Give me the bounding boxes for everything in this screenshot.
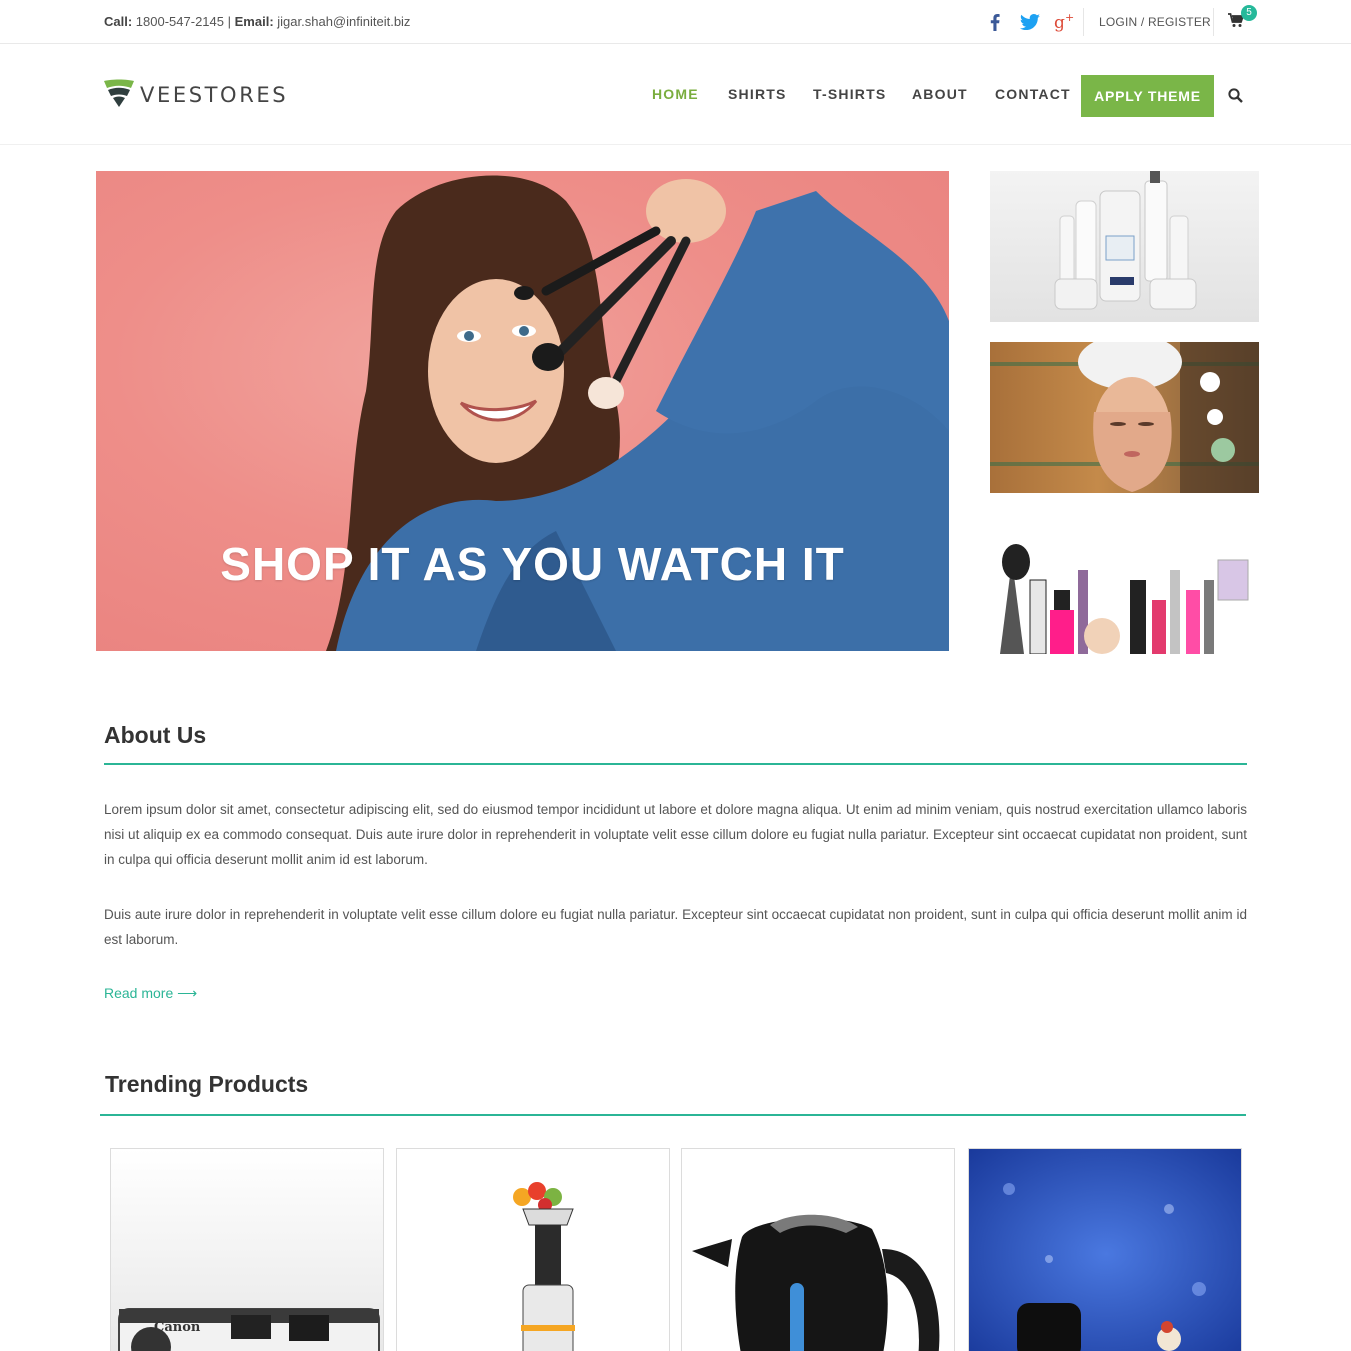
apply-theme-button[interactable]: APPLY THEME [1081,75,1214,117]
nav-about[interactable]: ABOUT [912,86,968,102]
svg-text:g: g [1054,13,1065,32]
nav-home[interactable]: HOME [652,86,699,102]
contact-separator: | [227,14,232,29]
hero-caption: SHOP IT AS YOU WATCH IT [220,538,845,590]
read-more-link[interactable]: Read more ⟶ [104,985,197,1002]
skincare-products-image[interactable] [990,171,1259,322]
about-us-divider [104,763,1247,765]
email-label: Email: [234,14,274,29]
topbar-divider [1083,8,1084,36]
about-us-heading: About Us [104,722,207,748]
call-label: Call: [104,14,133,29]
about-paragraph-2: Duis aute irure dolor in reprehenderit i… [104,907,1247,947]
product-card-kettle[interactable] [681,1148,955,1351]
camera-brand-label: Canon [154,1320,201,1335]
camera-product-image [111,1149,383,1351]
hero-banner[interactable]: SHOP IT AS YOU WATCH IT [96,171,949,651]
product-card-perfume[interactable] [968,1148,1242,1351]
twitter-icon[interactable] [1018,10,1042,34]
svg-text:+: + [1065,12,1074,24]
email-address[interactable]: jigar.shah@infiniteit.biz [277,14,410,29]
facebook-icon[interactable] [983,10,1007,34]
search-icon[interactable] [1228,88,1244,104]
cart-count-badge: 5 [1241,5,1257,21]
nav-contact[interactable]: CONTACT [995,86,1071,102]
main-header: VEESTORES HOME SHIRTS T-SHIRTS ABOUT CON… [0,45,1351,145]
login-register-link[interactable]: LOGIN / REGISTER [1099,15,1211,29]
top-bar: Call: 1800-547-2145 | Email: jigar.shah@… [0,0,1351,44]
about-paragraph-1: Lorem ipsum dolor sit amet, consectetur … [104,802,1247,867]
logo-icon[interactable] [104,79,134,107]
product-card-camera[interactable]: Canon [110,1148,384,1351]
phone-number: 1800-547-2145 [135,14,224,29]
spa-treatment-image[interactable] [990,342,1259,493]
contact-info: Call: 1800-547-2145 | Email: jigar.shah@… [104,14,410,29]
logo-text[interactable]: VEESTORES [140,83,288,107]
google-plus-icon[interactable]: g + [1052,10,1076,34]
trending-products-divider [100,1114,1246,1116]
nav-t-shirts[interactable]: T-SHIRTS [813,86,886,102]
trending-products-heading: Trending Products [105,1071,309,1097]
nav-shirts[interactable]: SHIRTS [728,86,787,102]
kettle-product-image [682,1149,954,1351]
topbar-divider [1213,8,1214,36]
product-card-juicer[interactable] [396,1148,670,1351]
perfume-product-image [969,1149,1241,1351]
juicer-product-image [397,1149,669,1351]
makeup-cosmetics-image[interactable] [990,540,1259,654]
